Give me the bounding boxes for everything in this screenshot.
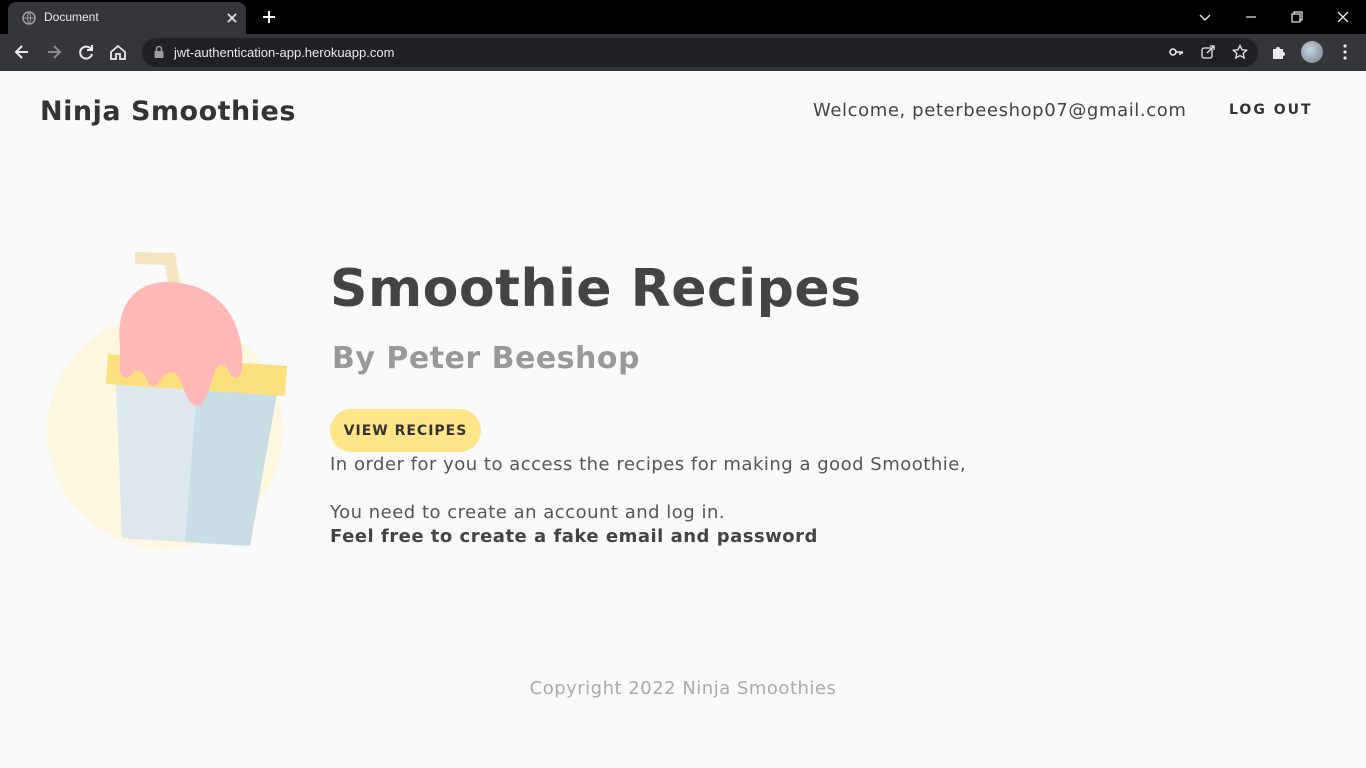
hero-title: Smoothie Recipes xyxy=(330,259,862,319)
profile-avatar[interactable] xyxy=(1301,41,1323,63)
brand-logo[interactable]: Ninja Smoothies xyxy=(40,96,296,127)
globe-icon xyxy=(22,11,36,25)
logout-link[interactable]: LOG OUT xyxy=(1229,102,1313,118)
welcome-text: Welcome, peterbeeshop07@gmail.com xyxy=(813,100,1187,121)
description-line-1: In order for you to access the recipes f… xyxy=(330,454,967,475)
new-tab-icon[interactable] xyxy=(260,8,278,26)
back-arrow-icon[interactable] xyxy=(12,42,32,62)
browser-tab[interactable]: Document xyxy=(8,2,246,34)
smoothie-illustration xyxy=(47,252,287,549)
view-recipes-button[interactable]: VIEW RECIPES xyxy=(330,409,481,452)
forward-arrow-icon[interactable] xyxy=(44,42,64,62)
browser-tab-bar: Document xyxy=(0,0,1366,34)
description-line-2: You need to create an account and log in… xyxy=(330,502,726,523)
close-tab-icon[interactable] xyxy=(224,10,240,26)
close-window-icon[interactable] xyxy=(1334,8,1352,26)
footer-copyright: Copyright 2022 Ninja Smoothies xyxy=(529,678,837,699)
extensions-puzzle-icon[interactable] xyxy=(1270,43,1288,61)
key-icon[interactable] xyxy=(1168,44,1184,60)
tab-title: Document xyxy=(44,10,99,24)
description-bold-line: Feel free to create a fake email and pas… xyxy=(330,526,818,547)
lock-icon[interactable] xyxy=(152,45,166,59)
url-text[interactable]: jwt-authentication-app.herokuapp.com xyxy=(174,45,394,60)
reload-icon[interactable] xyxy=(76,42,96,62)
restore-icon[interactable] xyxy=(1288,8,1306,26)
tab-search-chevron-icon[interactable] xyxy=(1196,8,1214,26)
bookmark-star-icon[interactable] xyxy=(1232,44,1248,60)
home-icon[interactable] xyxy=(108,42,128,62)
page-content: Ninja Smoothies Welcome, peterbeeshop07@… xyxy=(0,71,1366,768)
minimize-icon[interactable] xyxy=(1242,8,1260,26)
share-icon[interactable] xyxy=(1200,44,1216,60)
browser-toolbar: jwt-authentication-app.herokuapp.com xyxy=(0,34,1366,71)
address-bar[interactable]: jwt-authentication-app.herokuapp.com xyxy=(142,38,1258,67)
hero-subtitle: By Peter Beeshop xyxy=(332,341,640,376)
menu-kebab-icon[interactable] xyxy=(1336,43,1354,61)
